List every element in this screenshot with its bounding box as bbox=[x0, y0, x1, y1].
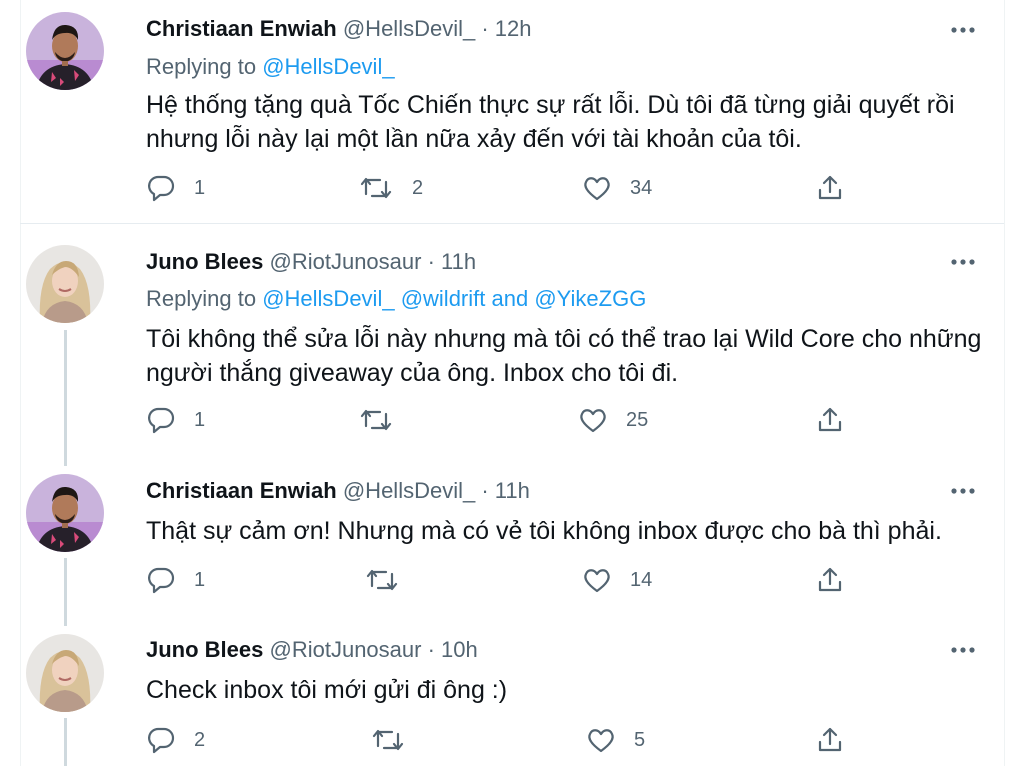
separator-dot: · bbox=[481, 16, 489, 41]
tweet-header: Juno Blees @RiotJunosaur · 10h bbox=[146, 637, 478, 663]
retweet-button[interactable] bbox=[358, 406, 412, 434]
thread-line bbox=[64, 718, 67, 766]
share-icon bbox=[818, 407, 842, 432]
author-handle[interactable]: @HellsDevil_ bbox=[343, 478, 475, 503]
author-name[interactable]: Christiaan Enwiah bbox=[146, 16, 337, 41]
reply-icon bbox=[148, 175, 175, 202]
tweet-divider bbox=[20, 223, 1004, 224]
share-icon bbox=[818, 175, 842, 200]
mention-link[interactable]: @HellsDevil_ bbox=[262, 54, 394, 79]
replying-to: Replying to @HellsDevil_ bbox=[146, 54, 395, 80]
retweet-icon bbox=[360, 177, 392, 199]
more-icon[interactable] bbox=[946, 20, 980, 40]
heart-icon bbox=[588, 729, 614, 753]
share-icon bbox=[818, 727, 842, 752]
retweet-icon bbox=[360, 409, 392, 431]
reply-icon bbox=[148, 407, 175, 434]
heart-icon bbox=[584, 177, 610, 201]
replying-prefix: Replying to bbox=[146, 286, 257, 311]
reply-button[interactable]: 1 bbox=[146, 174, 205, 202]
mention-link[interactable]: @YikeZGG bbox=[534, 286, 646, 311]
share-icon bbox=[818, 567, 842, 592]
author-name[interactable]: Christiaan Enwiah bbox=[146, 478, 337, 503]
like-button[interactable]: 5 bbox=[586, 726, 645, 754]
reply-icon bbox=[148, 727, 175, 754]
timestamp[interactable]: 11h bbox=[495, 478, 530, 503]
more-icon[interactable] bbox=[946, 640, 980, 660]
author-name[interactable]: Juno Blees bbox=[146, 249, 263, 274]
thread-line bbox=[64, 330, 67, 466]
replying-and[interactable]: and bbox=[492, 286, 529, 311]
share-button[interactable] bbox=[815, 174, 845, 202]
tweet-text: Hệ thống tặng quà Tốc Chiến thực sự rất … bbox=[146, 91, 955, 153]
tweet-text: Check inbox tôi mới gửi đi ông :) bbox=[146, 676, 508, 704]
reply-count: 1 bbox=[194, 568, 206, 591]
right-border bbox=[1004, 0, 1005, 766]
author-handle[interactable]: @HellsDevil_ bbox=[343, 16, 475, 41]
avatar-juno[interactable] bbox=[26, 245, 104, 323]
like-count: 25 bbox=[626, 408, 649, 431]
like-button[interactable]: 34 bbox=[582, 174, 652, 202]
tweet-header: Christiaan Enwiah @HellsDevil_ · 11h bbox=[146, 478, 530, 504]
replying-prefix: Replying to bbox=[146, 54, 257, 79]
like-button[interactable]: 14 bbox=[582, 566, 652, 594]
thread-line bbox=[64, 558, 67, 626]
more-icon[interactable] bbox=[946, 252, 980, 272]
tweet-text: Tôi không thể sửa lỗi này nhưng mà tôi c… bbox=[146, 325, 982, 387]
more-icon[interactable] bbox=[946, 481, 980, 501]
retweet-button[interactable] bbox=[364, 566, 418, 594]
tweet-header: Christiaan Enwiah @HellsDevil_ · 12h bbox=[146, 16, 532, 42]
like-button[interactable]: 25 bbox=[578, 406, 648, 434]
replying-to: Replying to @HellsDevil_ @wildrift and @… bbox=[146, 286, 646, 312]
like-count: 14 bbox=[630, 568, 653, 591]
retweet-count: 2 bbox=[412, 176, 424, 199]
separator-dot: · bbox=[427, 637, 435, 662]
retweet-button[interactable]: 2 bbox=[358, 174, 423, 202]
share-button[interactable] bbox=[815, 406, 845, 434]
retweet-icon bbox=[366, 569, 398, 591]
reply-icon bbox=[148, 567, 175, 594]
author-handle[interactable]: @RiotJunosaur bbox=[270, 637, 422, 662]
reply-count: 2 bbox=[194, 728, 206, 751]
share-button[interactable] bbox=[815, 566, 845, 594]
like-count: 34 bbox=[630, 176, 653, 199]
avatar-christiaan[interactable] bbox=[26, 12, 104, 90]
timestamp[interactable]: 10h bbox=[441, 637, 478, 662]
mention-link[interactable]: @HellsDevil_ bbox=[262, 286, 394, 311]
heart-icon bbox=[580, 409, 606, 433]
reply-count: 1 bbox=[194, 176, 206, 199]
avatar-juno[interactable] bbox=[26, 634, 104, 712]
like-count: 5 bbox=[634, 728, 646, 751]
timestamp[interactable]: 11h bbox=[441, 249, 476, 274]
separator-dot: · bbox=[481, 478, 489, 503]
tweet-text: Thật sự cảm ơn! Nhưng mà có vẻ tôi không… bbox=[146, 517, 942, 545]
separator-dot: · bbox=[427, 249, 435, 274]
retweet-button[interactable] bbox=[370, 726, 424, 754]
timestamp[interactable]: 12h bbox=[495, 16, 532, 41]
share-button[interactable] bbox=[815, 726, 845, 754]
mention-link[interactable]: @wildrift bbox=[401, 286, 486, 311]
reply-count: 1 bbox=[194, 408, 206, 431]
avatar-christiaan[interactable] bbox=[26, 474, 104, 552]
reply-button[interactable]: 2 bbox=[146, 726, 205, 754]
author-name[interactable]: Juno Blees bbox=[146, 637, 263, 662]
retweet-icon bbox=[372, 729, 404, 751]
author-handle[interactable]: @RiotJunosaur bbox=[270, 249, 422, 274]
reply-button[interactable]: 1 bbox=[146, 566, 205, 594]
heart-icon bbox=[584, 569, 610, 593]
tweet-header: Juno Blees @RiotJunosaur · 11h bbox=[146, 249, 476, 275]
reply-button[interactable]: 1 bbox=[146, 406, 205, 434]
left-border bbox=[20, 0, 21, 766]
